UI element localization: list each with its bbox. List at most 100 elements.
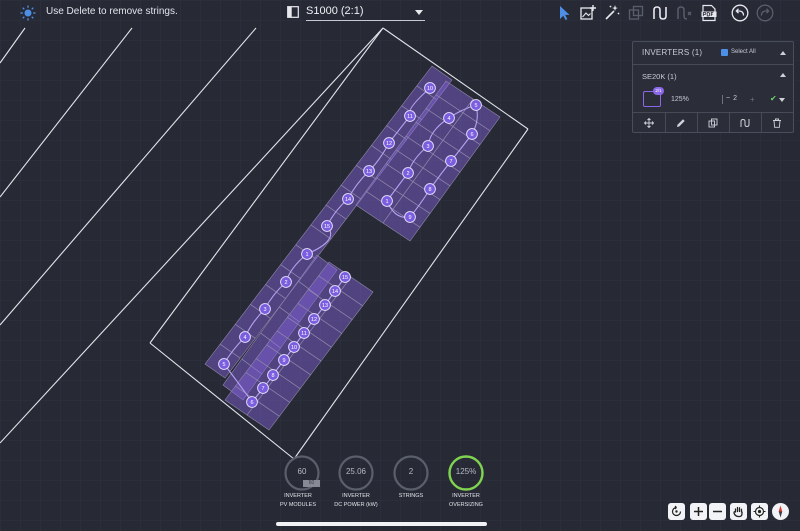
string-node[interactable]: 13 [363,165,375,177]
duplicate-button[interactable] [697,113,730,133]
design-select[interactable]: S1000 (2:1) [306,4,425,21]
inverter-badge: 2/1 [653,87,664,95]
string-node[interactable]: 8 [424,183,436,195]
string-node[interactable]: 10 [288,341,300,353]
string-node[interactable]: 7 [257,382,269,394]
edit-button[interactable] [665,113,698,133]
select-tool-button[interactable] [555,4,573,22]
string-node[interactable]: 13 [319,299,331,311]
move-button[interactable] [633,113,666,133]
string-node[interactable]: 15 [339,271,351,283]
plus-icon [694,507,703,516]
select-all-label[interactable]: Select All [731,49,756,55]
string-node[interactable]: 10 [424,82,436,94]
string-node[interactable]: 3 [259,303,271,315]
locate-icon[interactable]: + [750,95,755,104]
select-all-checkbox[interactable] [721,49,728,56]
locate-button[interactable] [751,503,768,520]
collapse-panel-icon[interactable] [780,51,786,55]
zoom-in-button[interactable] [690,503,707,520]
gauge-label-line2: DC POWER (kW) [334,502,378,508]
string-node-label: 1 [385,199,388,205]
string-node-label: 14 [345,197,351,203]
string-node[interactable]: 6 [246,396,258,408]
string-node-label: 12 [311,317,317,323]
string-node[interactable]: 12 [308,313,320,325]
string-node-label: 15 [342,275,348,281]
string-node-label: 4 [243,335,246,341]
string-node[interactable]: 4 [443,112,455,124]
string-node[interactable]: 5 [218,358,230,370]
string-node-label: 2 [406,171,409,177]
string-node-label: 8 [271,373,274,379]
string-node[interactable]: 9 [404,211,416,223]
string-node-label: 5 [222,362,225,368]
gauge-label-line1: INVERTER [452,493,480,499]
add-image-tool-button[interactable] [579,4,597,22]
gauge-pv-modules: 60 [282,453,322,493]
string-node[interactable]: 7 [445,155,457,167]
string-node[interactable]: 15 [321,220,333,232]
string-node[interactable]: 12 [383,137,395,149]
magic-wand-tool-button[interactable] [603,4,621,22]
string-node-label: 1 [305,252,308,258]
string-disabled-icon [677,6,692,20]
cursor-icon [560,6,570,20]
trash-icon [773,118,781,128]
string-node[interactable]: 5 [470,99,482,111]
string-node[interactable]: 1 [381,195,393,207]
string-node-label: 12 [386,141,392,147]
undo-icon [731,4,749,22]
gauge-label-line1: INVERTER [342,493,370,499]
string-node[interactable]: 14 [342,193,354,205]
inverter-actions [633,112,793,133]
string-node[interactable]: 11 [404,110,416,122]
gauge-label-line1: STRINGS [398,493,424,499]
string-node[interactable]: 4 [239,331,251,343]
string-node-label: 10 [291,345,297,351]
inverter-strings-count: 2 [733,95,737,102]
edit-icon [677,119,685,127]
string-node-label: 4 [447,116,450,122]
chevron-down-icon[interactable] [779,98,785,102]
pdf-export-button[interactable] [700,4,718,22]
string-node[interactable]: 2 [280,276,292,288]
string-node-label: 14 [332,289,338,295]
string-icon: ~ [726,95,731,102]
string-node[interactable]: 8 [267,369,279,381]
design-select-value: S1000 (2:1) [306,5,364,17]
string-node[interactable]: 3 [422,140,434,152]
move-icon [644,118,654,128]
string-node-label: 6 [250,400,253,406]
delete-button[interactable] [761,113,793,133]
string-node[interactable]: 11 [298,327,310,339]
string-node-label: 11 [301,331,307,337]
undo-button[interactable] [731,4,749,22]
string-node-label: 9 [282,358,285,364]
rotate-view-button[interactable] [668,503,685,520]
string-icon [740,118,750,128]
string-node[interactable]: 2 [402,167,414,179]
home-indicator [276,522,487,526]
string-node[interactable]: 6 [466,128,478,140]
inverter-strings: ~2 [726,95,737,102]
string-node[interactable]: 9 [278,354,290,366]
compass-button[interactable] [772,503,789,520]
string-node[interactable]: 14 [329,285,341,297]
collapse-group-icon[interactable] [780,73,786,77]
string-disabled-tool-button [675,4,693,22]
gauge-label-line1: INVERTER [284,493,312,499]
assign-string-button[interactable] [729,113,762,133]
zoom-out-button[interactable] [709,503,726,520]
string-node-label: 15 [324,224,330,230]
string-node-label: 11 [407,114,413,120]
string-node-label: 9 [408,215,411,221]
string-node[interactable]: 1 [301,248,313,260]
redo-icon [756,4,774,22]
string-tool-button[interactable] [651,4,669,22]
target-icon [753,505,766,518]
pan-button[interactable] [730,503,747,520]
string-node-label: 3 [426,144,429,150]
hand-icon [733,506,743,518]
redo-button [756,4,774,22]
